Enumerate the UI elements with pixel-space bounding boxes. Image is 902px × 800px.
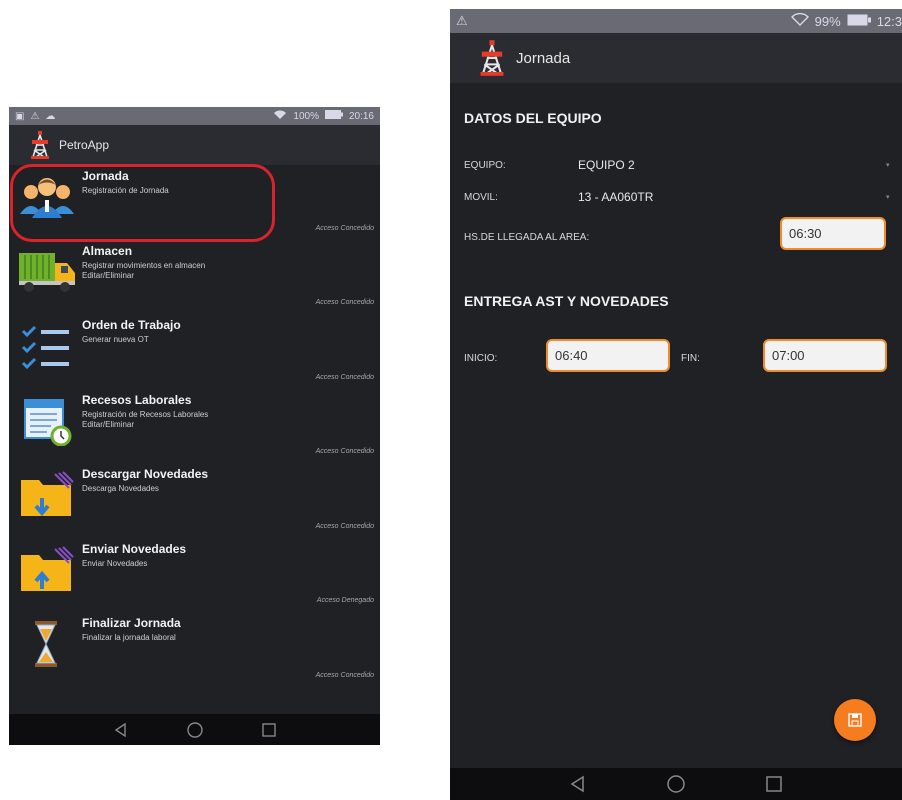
recents-icon[interactable] bbox=[260, 721, 278, 739]
battery-percent: 100% bbox=[293, 110, 319, 122]
access-status: Acceso Concedido bbox=[315, 224, 374, 232]
warning-icon: ⚠ bbox=[30, 110, 41, 122]
menu-title: Recesos Laborales bbox=[82, 392, 192, 407]
notification-icons: ▣ ⚠ ☁ bbox=[15, 111, 56, 122]
access-status: Acceso Concedido bbox=[315, 448, 374, 455]
cloud-icon: ☁ bbox=[45, 110, 57, 122]
menu-title: Orden de Trabajo bbox=[82, 318, 181, 332]
home-icon[interactable] bbox=[666, 774, 686, 794]
oil-rig-logo-icon bbox=[480, 40, 504, 76]
clock: 12:3 bbox=[876, 13, 902, 29]
clock: 20:16 bbox=[348, 110, 374, 122]
dropdown-arrow-icon[interactable]: ▾ bbox=[886, 161, 890, 169]
oil-rig-logo-icon bbox=[31, 131, 49, 159]
folder-upload-icon bbox=[15, 542, 79, 598]
truck-icon bbox=[15, 244, 79, 300]
back-icon[interactable] bbox=[568, 774, 588, 794]
menu-list: Jornada Registración de Jornada Acceso C… bbox=[9, 165, 380, 687]
app-bar: Jornada bbox=[450, 33, 902, 83]
access-status: Acceso Concedido bbox=[315, 373, 374, 381]
hourglass-icon bbox=[15, 616, 79, 672]
recents-icon[interactable] bbox=[764, 774, 784, 794]
menu-subtitle: Generar nueva OT bbox=[82, 335, 149, 344]
menu-subtitle: Enviar Novedades bbox=[82, 558, 148, 568]
wifi-icon bbox=[790, 12, 809, 29]
fin-label: FIN: bbox=[681, 353, 700, 364]
back-icon[interactable] bbox=[112, 721, 130, 739]
menu-subtitle: Finalizar la jornada laboral bbox=[82, 633, 176, 642]
access-status: Acceso Concedido bbox=[315, 299, 374, 306]
menu-subtitle-2: Editar/Eliminar bbox=[82, 419, 135, 429]
menu-item-descargar-novedades[interactable]: Descargar Novedades Descarga Novedades A… bbox=[9, 463, 380, 538]
jornada-form-screen: ⚠ 99% 12:3 Jornada DATOS DEL EQUIPO EQUI… bbox=[450, 9, 902, 800]
fin-time-input[interactable]: 07:00 bbox=[763, 339, 887, 372]
save-button[interactable] bbox=[834, 699, 876, 741]
petroapp-main-screen: ▣ ⚠ ☁ 100% 20:16 PetroApp Jornada Regist… bbox=[9, 107, 380, 745]
folder-download-icon bbox=[15, 467, 79, 523]
wifi-icon bbox=[273, 110, 287, 123]
llegada-label: HS.DE LLEGADA AL AREA: bbox=[464, 232, 590, 243]
status-bar: ⚠ 99% 12:3 bbox=[450, 9, 902, 33]
menu-subtitle: Registración de Jornada bbox=[82, 186, 169, 195]
team-icon bbox=[15, 169, 79, 225]
menu-subtitle-2: Editar/Eliminar bbox=[82, 270, 135, 280]
section-entrega-ast: ENTREGA AST Y NOVEDADES bbox=[464, 293, 669, 309]
battery-percent: 99% bbox=[814, 13, 841, 29]
llegada-time-input[interactable]: 06:30 bbox=[780, 217, 886, 250]
equipo-select[interactable]: EQUIPO 2 bbox=[578, 158, 635, 172]
save-icon bbox=[848, 713, 862, 727]
app-title: PetroApp bbox=[59, 138, 110, 152]
app-bar: PetroApp bbox=[9, 125, 380, 165]
access-status: Acceso Denegado bbox=[316, 597, 374, 604]
checklist-icon bbox=[15, 318, 79, 374]
movil-select[interactable]: 13 - AA060TR bbox=[578, 190, 653, 204]
menu-item-orden-de-trabajo[interactable]: Orden de Trabajo Generar nueva OT Acceso… bbox=[9, 314, 380, 389]
menu-title: Almacen bbox=[82, 243, 133, 258]
menu-title: Finalizar Jornada bbox=[82, 616, 181, 630]
warning-icon: ⚠ bbox=[456, 13, 468, 28]
menu-item-jornada[interactable]: Jornada Registración de Jornada Acceso C… bbox=[9, 165, 380, 240]
access-status: Acceso Concedido bbox=[315, 671, 374, 679]
access-status: Acceso Concedido bbox=[315, 522, 374, 530]
menu-title: Enviar Novedades bbox=[82, 541, 187, 556]
dropdown-arrow-icon[interactable]: ▾ bbox=[886, 193, 890, 201]
navigation-bar bbox=[450, 768, 902, 800]
menu-item-finalizar-jornada[interactable]: Finalizar Jornada Finalizar la jornada l… bbox=[9, 612, 380, 687]
menu-subtitle: Registrar movimientos en almacen bbox=[82, 260, 206, 270]
section-datos-del-equipo: DATOS DEL EQUIPO bbox=[464, 110, 602, 126]
menu-title: Jornada bbox=[82, 169, 129, 183]
navigation-bar bbox=[9, 714, 380, 745]
battery-icon bbox=[847, 14, 871, 29]
inicio-time-input[interactable]: 06:40 bbox=[546, 339, 670, 372]
status-bar: ▣ ⚠ ☁ 100% 20:16 bbox=[9, 107, 380, 125]
menu-subtitle: Registración de Recesos Laborales bbox=[82, 409, 209, 419]
inicio-label: INICIO: bbox=[464, 353, 498, 364]
image-notification-icon: ▣ bbox=[15, 110, 26, 122]
calendar-clock-icon bbox=[15, 393, 79, 449]
equipo-label: EQUIPO: bbox=[464, 160, 506, 171]
menu-item-enviar-novedades[interactable]: Enviar Novedades Enviar Novedades Acceso… bbox=[9, 538, 380, 613]
menu-subtitle: Descarga Novedades bbox=[82, 484, 159, 493]
screen-title: Jornada bbox=[516, 49, 571, 67]
menu-item-almacen[interactable]: Almacen Registrar movimientos en almacen… bbox=[9, 240, 380, 315]
battery-icon bbox=[324, 110, 343, 122]
menu-title: Descargar Novedades bbox=[82, 467, 209, 481]
movil-label: MOVIL: bbox=[464, 192, 498, 203]
menu-item-recesos-laborales[interactable]: Recesos Laborales Registración de Receso… bbox=[9, 389, 380, 464]
home-icon[interactable] bbox=[186, 721, 204, 739]
